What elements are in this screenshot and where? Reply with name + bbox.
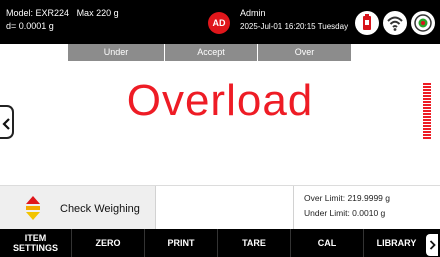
model-info: Model: EXR224 Max 220 g d= 0.0001 g xyxy=(6,7,119,33)
info-empty-cell xyxy=(157,186,294,230)
check-weighing-icon xyxy=(26,196,40,220)
weight-display: Overload xyxy=(0,61,440,185)
function-key-bar: ITEM SETTINGS ZERO PRINT TARE CAL LIBRAR… xyxy=(0,229,440,257)
cal-button[interactable]: CAL xyxy=(291,229,364,257)
user-name: Admin xyxy=(240,8,266,18)
zero-button[interactable]: ZERO xyxy=(72,229,145,257)
weight-value: Overload xyxy=(126,76,314,125)
date-time: 2025-Jul-01 16:20:15 Tuesday xyxy=(240,22,349,31)
status-icons xyxy=(355,11,435,35)
chevron-left-icon xyxy=(2,118,10,130)
user-avatar[interactable]: AD xyxy=(208,12,230,34)
print-button[interactable]: PRINT xyxy=(145,229,218,257)
item-settings-label-line2: SETTINGS xyxy=(12,243,58,253)
band-accept: Accept xyxy=(165,44,257,61)
max-capacity: Max 220 g xyxy=(76,8,119,18)
user-info: Admin 2025-Jul-01 16:20:15 Tuesday xyxy=(240,7,348,33)
mode-label: Check Weighing xyxy=(60,203,140,215)
status-bar: Model: EXR224 Max 220 g d= 0.0001 g AD A… xyxy=(0,0,440,44)
item-settings-button[interactable]: ITEM SETTINGS xyxy=(0,229,72,257)
application-mode[interactable]: Check Weighing xyxy=(0,186,156,230)
load-level-bar xyxy=(423,83,431,139)
more-keys-button[interactable] xyxy=(426,234,438,256)
chevron-right-icon xyxy=(429,240,436,250)
limits-info: Over Limit: 219.9999 g Under Limit: 0.00… xyxy=(304,191,390,221)
wifi-icon[interactable] xyxy=(383,11,407,35)
library-button[interactable]: LIBRARY xyxy=(364,229,429,257)
band-under: Under xyxy=(68,44,164,61)
readability: d= 0.0001 g xyxy=(6,21,54,31)
usb-drive-icon[interactable] xyxy=(355,11,379,35)
under-limit: Under Limit: 0.0010 g xyxy=(304,208,386,218)
info-row: Check Weighing Over Limit: 219.9999 g Un… xyxy=(0,185,440,230)
band-over: Over xyxy=(258,44,351,61)
level-bubble-icon[interactable] xyxy=(411,11,435,35)
side-panel-toggle[interactable] xyxy=(0,105,14,139)
tare-button[interactable]: TARE xyxy=(218,229,291,257)
item-settings-label-line1: ITEM xyxy=(24,233,47,243)
over-limit: Over Limit: 219.9999 g xyxy=(304,193,390,203)
model-name: Model: EXR224 xyxy=(6,8,70,18)
